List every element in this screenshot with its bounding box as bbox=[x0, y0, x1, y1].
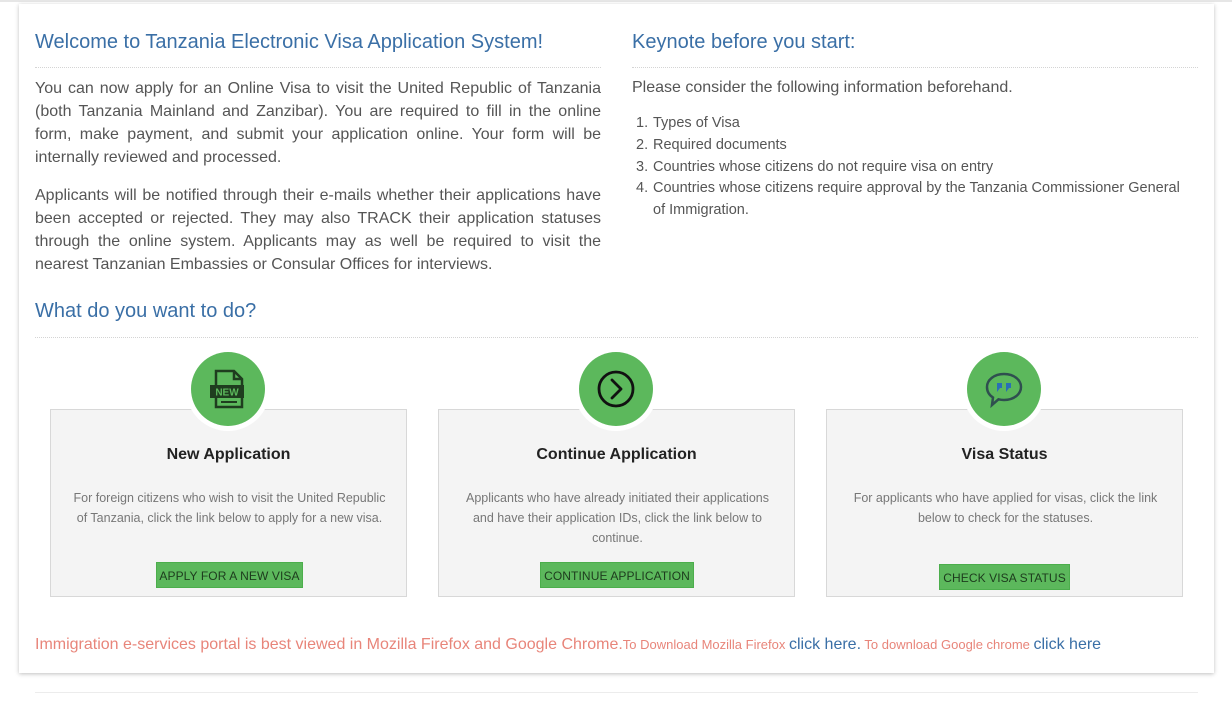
apply-new-visa-button[interactable]: APPLY FOR A NEW VISA bbox=[156, 562, 303, 588]
keynote-item: 1. Types of Visa bbox=[636, 115, 740, 131]
card-title: Continue Application bbox=[536, 446, 697, 463]
chrome-download-link[interactable]: click here bbox=[1034, 636, 1102, 653]
keynote-item: 2. Required documents bbox=[636, 136, 787, 153]
keynote-title: Keynote before you start: bbox=[632, 31, 856, 53]
welcome-paragraph-1: You can now apply for an Online Visa to … bbox=[35, 80, 601, 166]
actions-title: What do you want to do? bbox=[35, 300, 257, 322]
browser-note: Immigration e-services portal is best vi… bbox=[35, 636, 1101, 654]
firefox-download-link[interactable]: click here. bbox=[789, 636, 861, 653]
chrome-prefix: To download Google chrome bbox=[861, 637, 1034, 652]
actions-divider bbox=[35, 337, 1198, 338]
keynote-item: 4. Countries whose citizens require appro… bbox=[636, 180, 1180, 219]
new-application-card: New Application For foreign citizens who… bbox=[50, 409, 407, 597]
card-description: For applicants who have applied for visa… bbox=[853, 491, 1158, 525]
browser-note-text: Immigration e-services portal is best vi… bbox=[35, 636, 623, 653]
card-description: For foreign citizens who wish to visit t… bbox=[73, 491, 386, 525]
welcome-paragraph-2: Applicants will be notified through thei… bbox=[35, 187, 601, 273]
welcome-divider bbox=[35, 67, 601, 68]
card-description: Applicants who have already initiated th… bbox=[466, 491, 769, 545]
keynote-divider bbox=[632, 67, 1198, 68]
bottom-divider bbox=[35, 692, 1198, 693]
svg-text:NEW: NEW bbox=[215, 388, 239, 399]
keynote-item: 3. Countries whose citizens do not requir… bbox=[636, 158, 994, 175]
card-title: Visa Status bbox=[961, 446, 1048, 463]
check-visa-status-button[interactable]: CHECK VISA STATUS bbox=[939, 564, 1070, 590]
continue-application-button[interactable]: CONTINUE APPLICATION bbox=[540, 562, 694, 588]
card-title: New Application bbox=[166, 446, 291, 463]
welcome-title: Welcome to Tanzania Electronic Visa Appl… bbox=[35, 31, 544, 53]
visa-status-card: Visa Status For applicants who have appl… bbox=[826, 409, 1183, 597]
firefox-prefix: To Download Mozilla Firefox bbox=[622, 637, 789, 652]
keynote-intro: Please consider the following informatio… bbox=[632, 79, 1013, 96]
chevron-right-circle-icon bbox=[579, 352, 653, 426]
continue-application-card: Continue Application Applicants who have… bbox=[438, 409, 795, 597]
new-document-icon: NEW bbox=[191, 352, 265, 426]
keynote-list: 1. Types of Visa 2. Required documents 3. C… bbox=[636, 113, 1193, 222]
quote-bubble-icon bbox=[967, 352, 1041, 426]
top-border bbox=[0, 0, 1232, 2]
